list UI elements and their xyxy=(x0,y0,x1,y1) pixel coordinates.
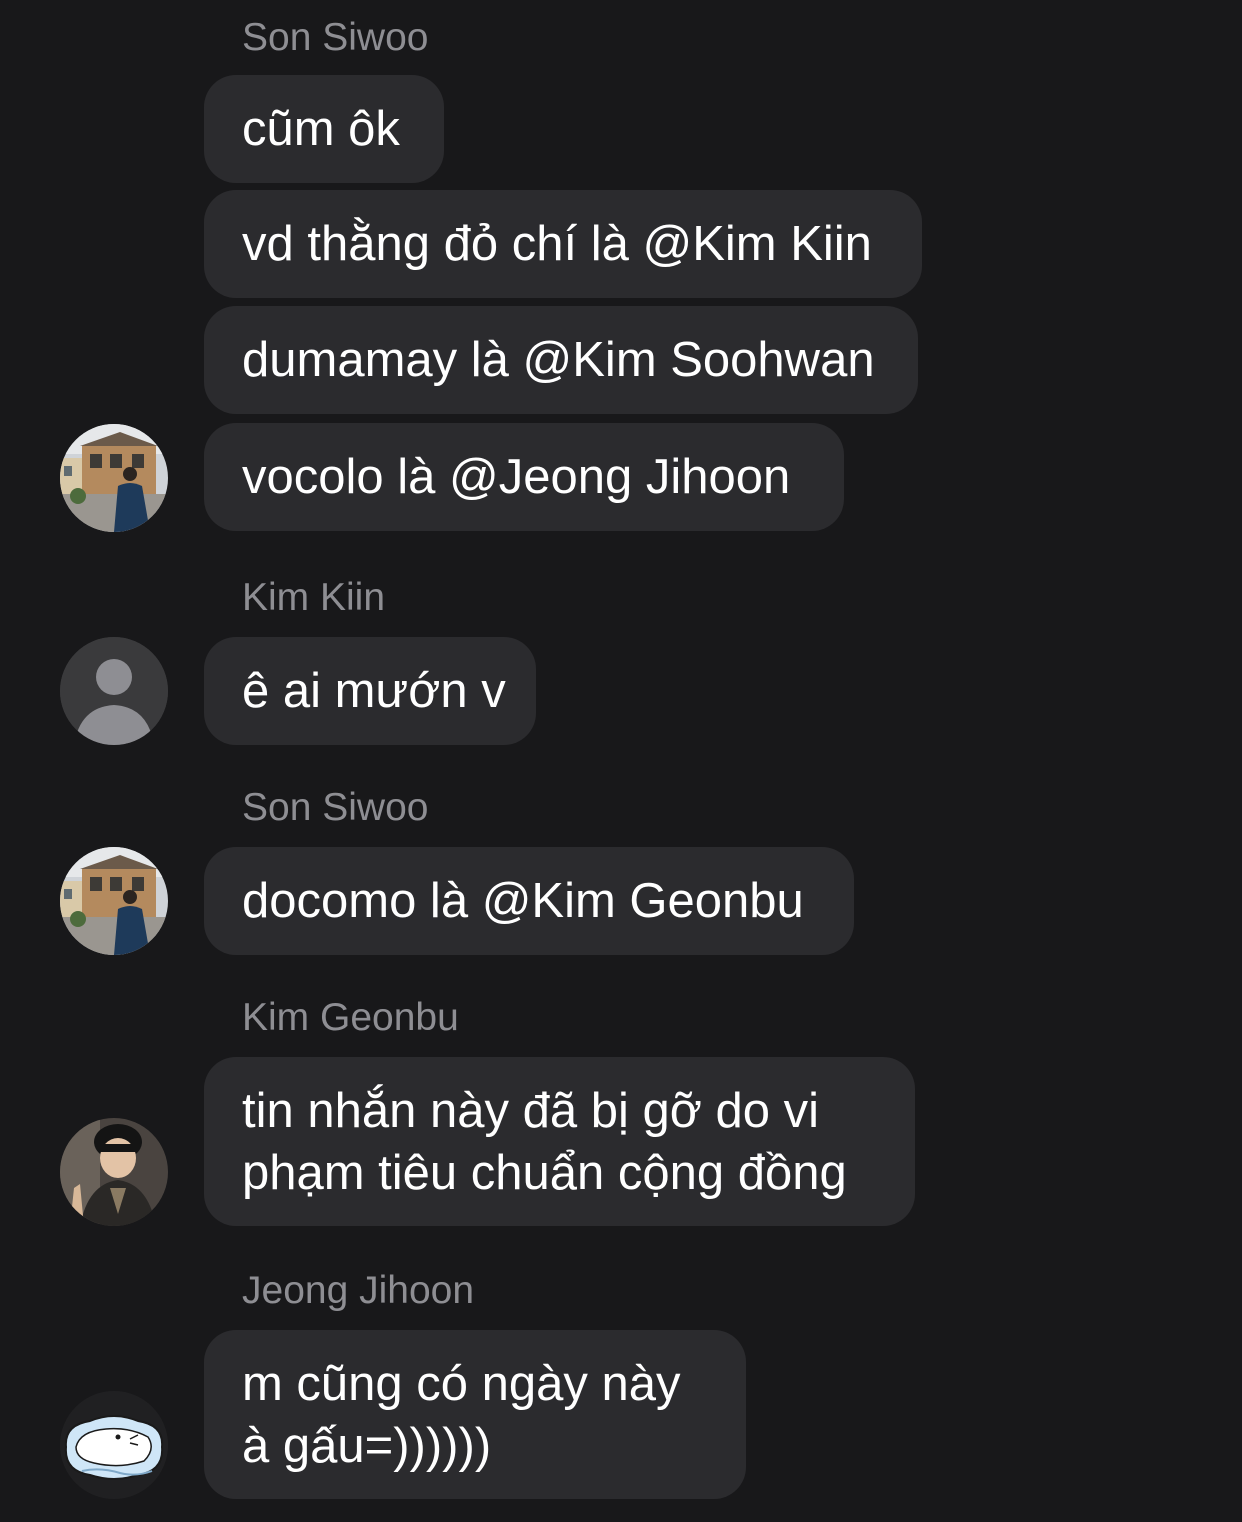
message-bubble[interactable]: ê ai mướn v xyxy=(204,637,536,745)
street-photo-avatar[interactable] xyxy=(60,424,168,532)
message-text: m cũng có ngày này à gấu=)))))) xyxy=(242,1356,681,1473)
sender-name-son-siwoo: Son Siwoo xyxy=(242,16,429,59)
sender-name-jeong-jihoon: Jeong Jihoon xyxy=(242,1269,475,1312)
message-bubble[interactable]: dumamay là @Kim Soohwan xyxy=(204,306,918,414)
message-text: cũm ôk xyxy=(242,102,400,156)
message-bubble[interactable]: vd thằng đỏ chí là @Kim Kiin xyxy=(204,190,922,298)
message-bubble[interactable]: docomo là @Kim Geonbu xyxy=(204,847,854,955)
message-text: dumamay là @Kim Soohwan xyxy=(242,333,875,387)
message-text: tin nhắn này đã bị gỡ do vi phạm tiêu ch… xyxy=(242,1083,847,1200)
sender-name-kim-geonbu: Kim Geonbu xyxy=(242,996,459,1039)
message-text: vd thằng đỏ chí là @Kim Kiin xyxy=(242,217,872,271)
sender-name-son-siwoo: Son Siwoo xyxy=(242,786,429,829)
default-person-avatar[interactable] xyxy=(60,637,168,745)
message-bubble[interactable]: cũm ôk xyxy=(204,75,444,183)
message-bubble[interactable]: m cũng có ngày này à gấu=)))))) xyxy=(204,1330,746,1499)
message-text: vocolo là @Jeong Jihoon xyxy=(242,450,791,504)
cartoon-bear-avatar[interactable] xyxy=(60,1391,168,1499)
message-bubble[interactable]: vocolo là @Jeong Jihoon xyxy=(204,423,844,531)
sender-name-kim-kiin: Kim Kiin xyxy=(242,576,386,619)
message-text: docomo là @Kim Geonbu xyxy=(242,874,804,928)
message-text: ê ai mướn v xyxy=(242,664,506,718)
message-bubble[interactable]: tin nhắn này đã bị gỡ do vi phạm tiêu ch… xyxy=(204,1057,915,1226)
street-photo-avatar[interactable] xyxy=(60,847,168,955)
person-photo-avatar[interactable] xyxy=(60,1118,168,1226)
